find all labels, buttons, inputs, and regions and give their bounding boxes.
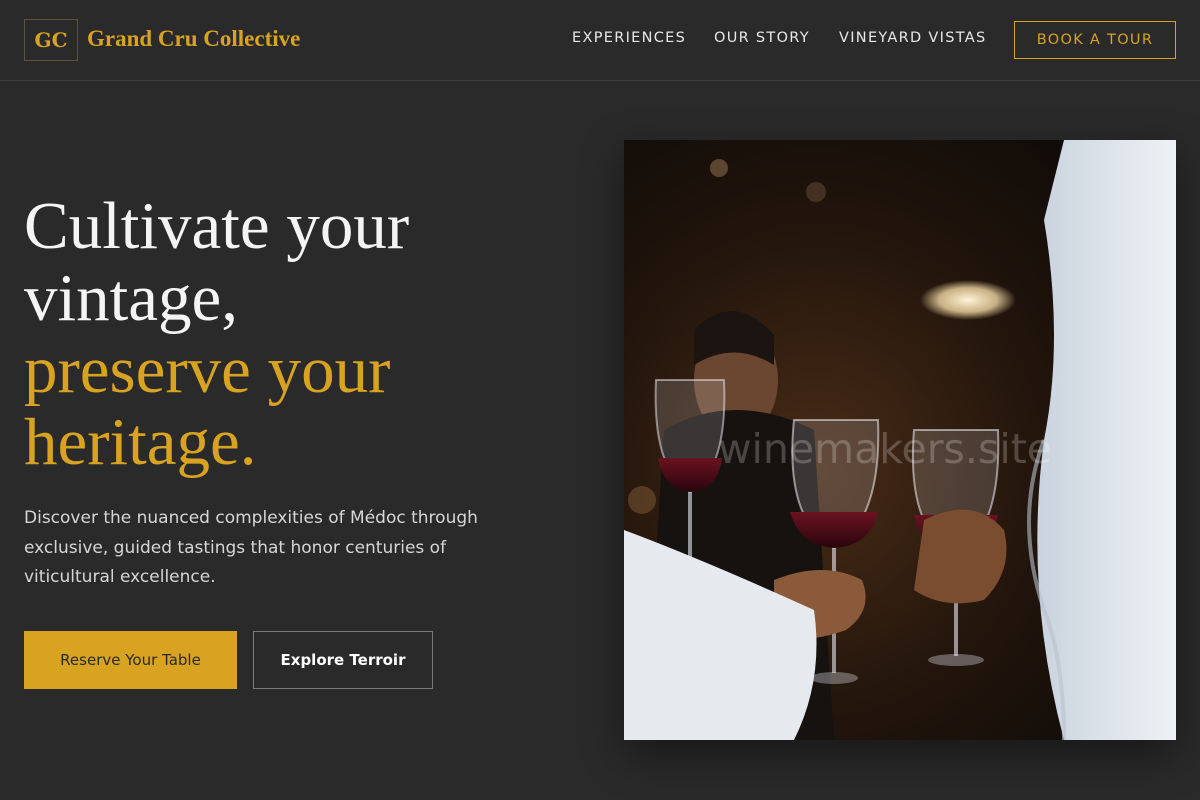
- nav-link-experiences[interactable]: EXPERIENCES: [572, 30, 686, 46]
- headline-accent-line: heritage.: [24, 405, 257, 479]
- logo-monogram[interactable]: GC: [24, 19, 78, 61]
- nav-link-vineyard-vistas[interactable]: VINEYARD VISTAS: [839, 30, 986, 46]
- image-watermark: winemakers.site: [718, 425, 1053, 473]
- explore-terroir-button[interactable]: Explore Terroir: [253, 631, 433, 689]
- book-tour-button[interactable]: BOOK A TOUR: [1014, 21, 1176, 59]
- hero-lead-text: Discover the nuanced complexities of Méd…: [24, 508, 478, 587]
- headline-accent-line: preserve your: [24, 333, 391, 407]
- brand-name[interactable]: Grand Cru Collective: [87, 26, 300, 52]
- hero-headline: Cultivate your vintage, preserve your he…: [24, 190, 584, 478]
- headline-line: Cultivate your: [24, 189, 410, 263]
- headline-line: vintage,: [24, 261, 238, 335]
- reserve-table-button[interactable]: Reserve Your Table: [24, 631, 237, 689]
- nav-link-our-story[interactable]: OUR STORY: [714, 30, 810, 46]
- site-header: GC Grand Cru Collective EXPERIENCES OUR …: [0, 0, 1200, 81]
